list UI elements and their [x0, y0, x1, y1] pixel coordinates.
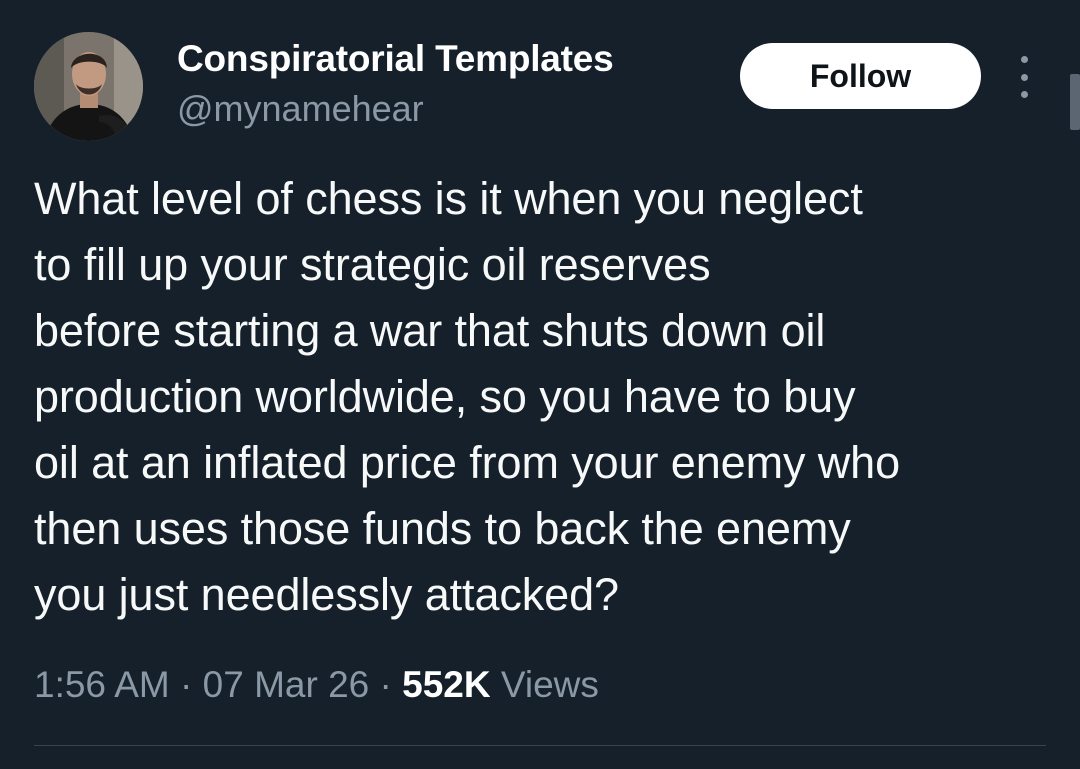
author-handle[interactable]: @mynamehear [177, 88, 424, 130]
meta-separator: · [180, 664, 193, 705]
more-vertical-icon[interactable] [1010, 56, 1038, 98]
tweet-detail: Conspiratorial Templates @mynamehear Fol… [0, 0, 1080, 769]
more-dot [1020, 91, 1028, 98]
author-name[interactable]: Conspiratorial Templates [177, 38, 614, 80]
follow-button[interactable]: Follow [740, 43, 981, 109]
tweet-metadata: 1:56 AM · 07 Mar 26 · 552K Views [34, 664, 599, 706]
views-count: 552K [402, 664, 491, 705]
tweet-time[interactable]: 1:56 AM [34, 664, 170, 705]
tweet-date[interactable]: 07 Mar 26 [203, 664, 370, 705]
avatar[interactable] [34, 32, 143, 141]
meta-separator: · [379, 664, 392, 705]
divider [34, 745, 1046, 746]
tweet-text: What level of chess is it when you negle… [34, 173, 901, 620]
scrollbar-thumb[interactable] [1070, 74, 1080, 130]
views-label: Views [500, 664, 599, 705]
avatar-image [34, 32, 143, 141]
more-dot [1020, 73, 1028, 81]
more-dot [1020, 56, 1028, 63]
